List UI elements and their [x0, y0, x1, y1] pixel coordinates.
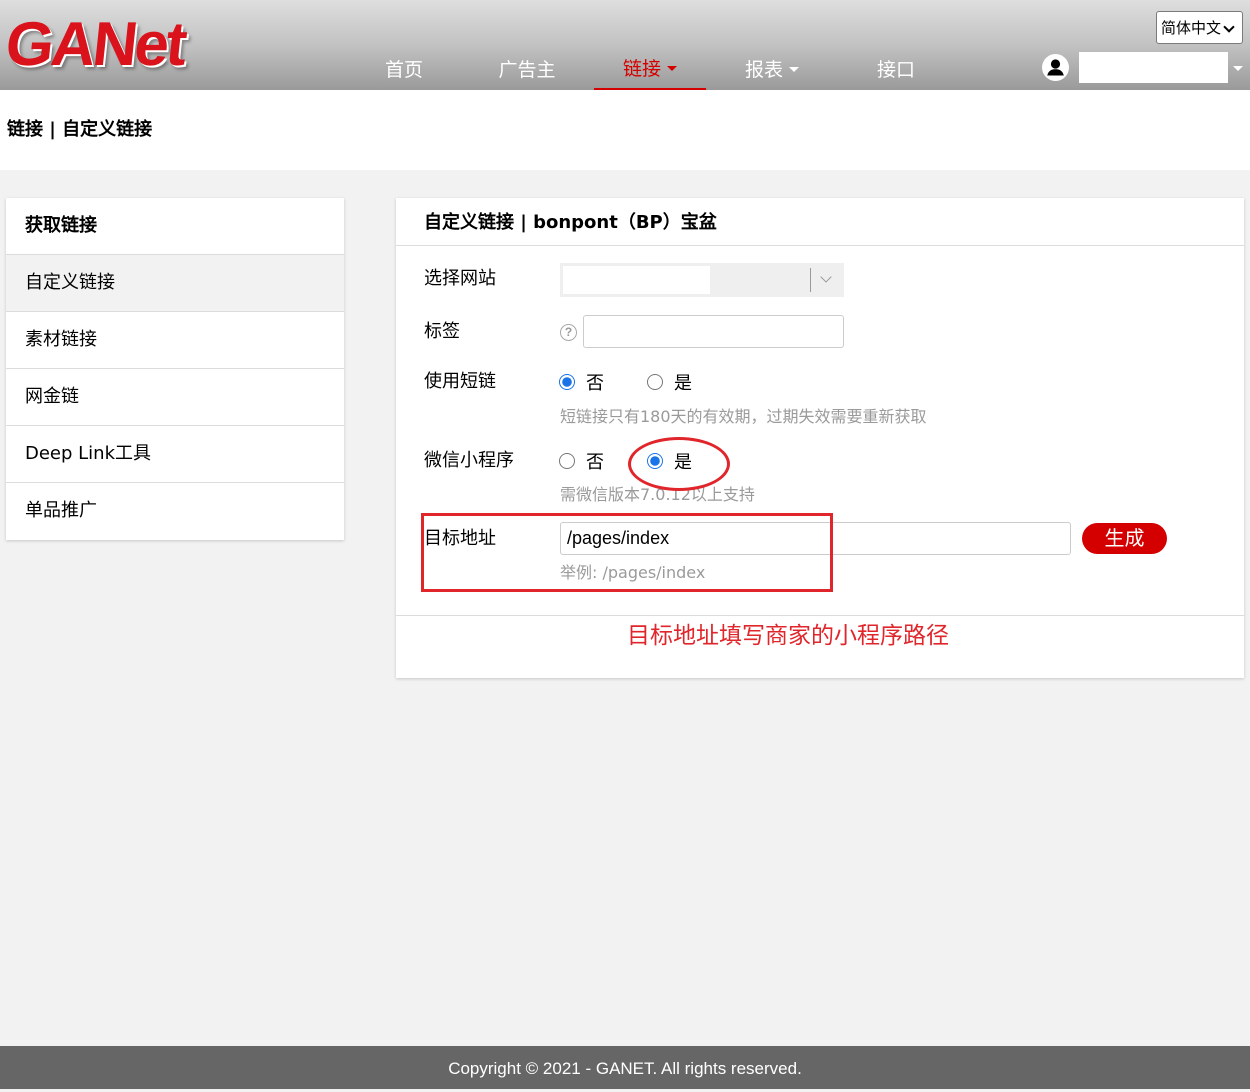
custom-link-card: 自定义链接 | bonpont（BP）宝盆 选择网站 标签 使用短链 否 是 短…	[396, 198, 1244, 678]
short-link-radio-yes[interactable]	[647, 374, 663, 390]
annotation-note: 目标地址填写商家的小程序路径	[627, 623, 949, 649]
nav-item-label: 广告主	[498, 60, 556, 81]
chevron-down-icon	[820, 271, 832, 283]
site-select[interactable]	[560, 263, 844, 297]
short-link-option-no[interactable]: 否	[559, 370, 604, 394]
mini-program-label: 微信小程序	[424, 450, 514, 471]
target-address-input[interactable]	[560, 522, 1071, 555]
language-select[interactable]: 简体中文	[1156, 11, 1243, 44]
mini-program-radio-yes[interactable]	[647, 453, 663, 469]
breadcrumb-bar: 链接 | 自定义链接	[0, 90, 1250, 170]
tag-label: 标签	[424, 321, 460, 342]
nav-item-home[interactable]: 首页	[360, 47, 448, 90]
chevron-down-icon	[1223, 21, 1235, 33]
short-link-hint: 短链接只有180天的有效期，过期失效需要重新获取	[560, 407, 927, 426]
caret-down-icon[interactable]	[1233, 66, 1243, 71]
mini-program-hint: 需微信版本7.0.12以上支持	[560, 485, 755, 504]
mini-program-radio-no[interactable]	[559, 453, 575, 469]
sidebar-item-custom-link[interactable]: 自定义链接	[6, 255, 344, 312]
select-separator	[810, 268, 811, 292]
target-address-label: 目标地址	[424, 528, 496, 549]
caret-down-icon	[789, 67, 799, 72]
nav-item-label: 首页	[384, 60, 423, 81]
sidebar-title: 获取链接	[6, 198, 344, 255]
nav-item-advertisers[interactable]: 广告主	[471, 47, 583, 90]
target-address-hint: 举例: /pages/index	[560, 563, 706, 582]
short-link-label: 使用短链	[424, 371, 496, 392]
sidebar-item-net-link[interactable]: 网金链	[6, 369, 344, 426]
language-select-value: 简体中文	[1161, 19, 1222, 37]
top-header: GANet 首页 广告主 链接 报表 接口 简体中文	[0, 0, 1250, 90]
copyright-text: Copyright © 2021 - GANET. All rights res…	[448, 1059, 802, 1078]
sidebar-item-product-promotion[interactable]: 单品推广	[6, 483, 344, 540]
user-icon[interactable]	[1042, 54, 1069, 81]
nav-item-reports[interactable]: 报表	[716, 47, 828, 90]
user-account-field[interactable]	[1079, 52, 1228, 83]
help-icon[interactable]	[560, 324, 577, 341]
sidebar: 获取链接 自定义链接 素材链接 网金链 Deep Link工具 单品推广	[6, 198, 344, 540]
short-link-radio-no[interactable]	[559, 374, 575, 390]
nav-item-api[interactable]: 接口	[840, 47, 952, 90]
card-title: 自定义链接 | bonpont（BP）宝盆	[424, 212, 717, 233]
nav-item-label: 链接	[622, 59, 661, 80]
short-link-option-yes[interactable]: 是	[647, 370, 692, 394]
sidebar-item-material-link[interactable]: 素材链接	[6, 312, 344, 369]
site-label: 选择网站	[424, 268, 496, 289]
sidebar-item-deep-link-tool[interactable]: Deep Link工具	[6, 426, 344, 483]
radio-label: 否	[586, 373, 604, 394]
radio-label: 是	[674, 452, 692, 473]
radio-label: 否	[586, 452, 604, 473]
breadcrumb: 链接 | 自定义链接	[7, 119, 153, 140]
nav-item-label: 接口	[876, 60, 915, 81]
generate-button[interactable]: 生成	[1082, 523, 1167, 554]
ganet-logo[interactable]: GANet	[2, 6, 188, 84]
nav-item-label: 报表	[744, 60, 783, 81]
divider	[396, 245, 1244, 246]
caret-down-icon	[667, 66, 677, 71]
tag-input[interactable]	[583, 315, 844, 348]
divider	[396, 615, 1244, 616]
nav-item-links[interactable]: 链接	[594, 47, 706, 90]
mini-program-option-no[interactable]: 否	[559, 449, 604, 473]
site-select-value	[563, 266, 710, 294]
footer: Copyright © 2021 - GANET. All rights res…	[0, 1046, 1250, 1089]
mini-program-option-yes[interactable]: 是	[647, 449, 692, 473]
radio-label: 是	[674, 373, 692, 394]
